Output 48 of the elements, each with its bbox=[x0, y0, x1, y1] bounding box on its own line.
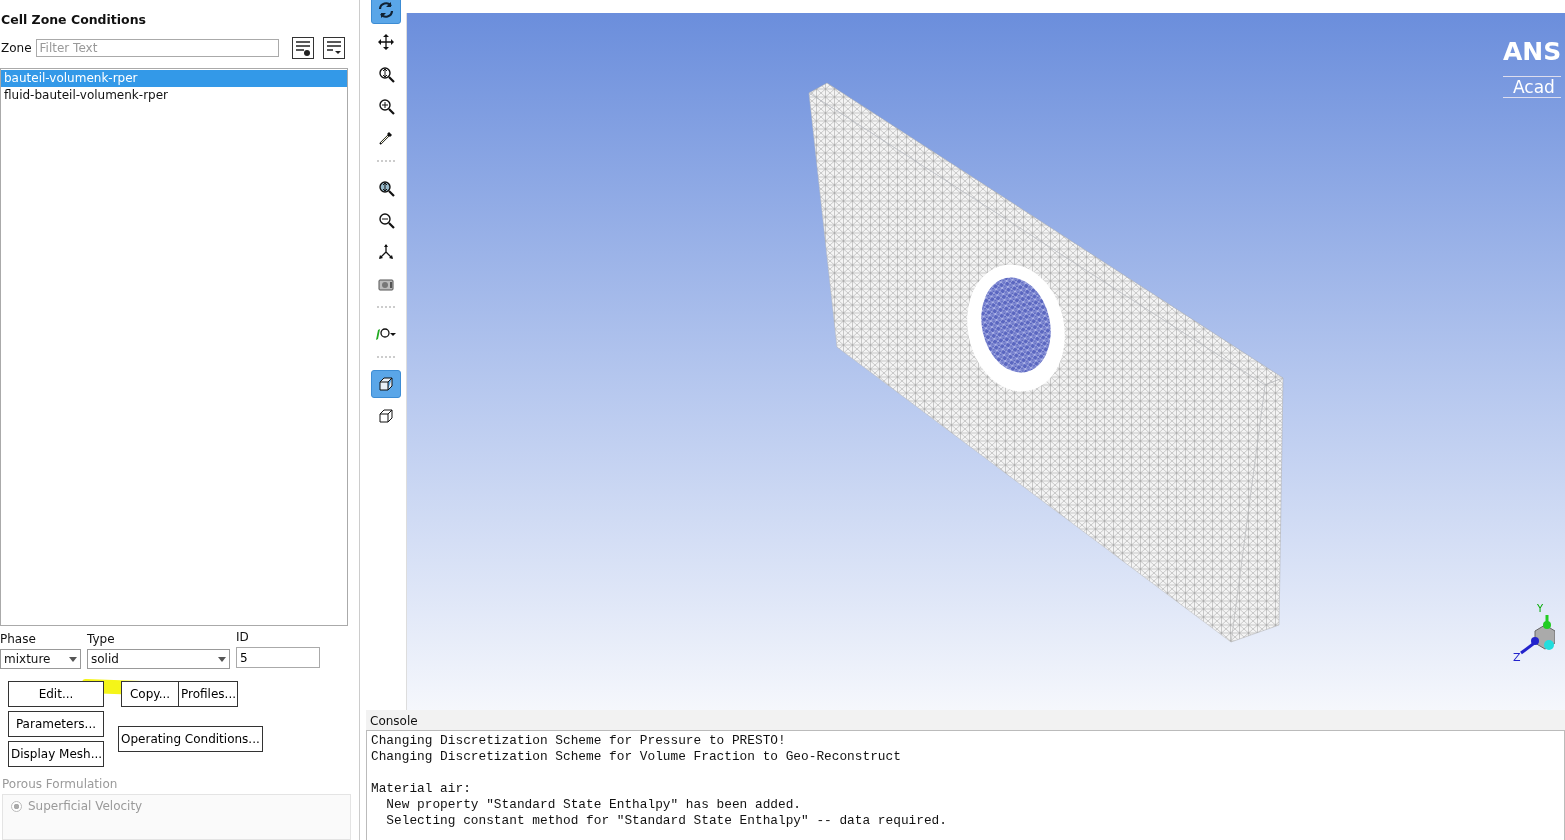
toolbar-button[interactable] bbox=[371, 0, 401, 24]
console-line: Selecting constant method for "Standard State Enthalpy" -- data required. bbox=[385, 813, 948, 829]
axes-icon bbox=[378, 244, 394, 260]
toolbar-separator bbox=[377, 356, 395, 358]
axis-triad-drawing: Y Z bbox=[1513, 603, 1555, 663]
magnifier-icon bbox=[377, 179, 395, 197]
porous-formulation-label: Porous Formulation bbox=[1, 777, 118, 791]
console-line: Changing Discretization Scheme for Volume Fraction to Geo-Reconstruct bbox=[371, 749, 902, 765]
type-label: Type bbox=[87, 632, 116, 646]
zone-list-item[interactable]: fluid-bauteil-volumenk-rper bbox=[1, 87, 347, 105]
magnifier-icon bbox=[377, 65, 395, 83]
toolbar-button[interactable] bbox=[371, 370, 401, 398]
cube-icon bbox=[379, 377, 393, 391]
dialog-button[interactable]: Edit... bbox=[8, 681, 104, 707]
panel-title: Cell Zone Conditions bbox=[0, 11, 148, 29]
rotate-icon bbox=[377, 1, 395, 19]
id-label: ID bbox=[236, 630, 250, 644]
dialog-button[interactable]: Parameters... bbox=[8, 711, 104, 737]
zoom-in-icon bbox=[377, 97, 395, 115]
caret-icon bbox=[69, 656, 77, 662]
filter-options-icon[interactable] bbox=[291, 37, 314, 60]
dialog-button[interactable]: Profiles... bbox=[178, 681, 238, 707]
filter-menu-icon[interactable] bbox=[322, 37, 345, 60]
zone-label: Zone bbox=[1, 41, 32, 56]
cube-icon bbox=[379, 409, 393, 423]
toolbar-separator bbox=[377, 306, 395, 308]
move-icon bbox=[378, 34, 394, 50]
filter-field[interactable]: Filter Text bbox=[35, 39, 279, 58]
dialog-button[interactable]: Copy... bbox=[121, 681, 179, 707]
caret-icon bbox=[218, 656, 226, 662]
logo-text: ANS bbox=[1503, 37, 1562, 66]
view-icon bbox=[375, 327, 397, 341]
dialog-button[interactable]: Operating Conditions... bbox=[118, 726, 263, 752]
radio-label: Superficial Velocity bbox=[28, 799, 143, 813]
console-title: Console bbox=[366, 710, 1565, 730]
type-dropdown[interactable]: solid bbox=[87, 649, 230, 669]
id-field[interactable]: 5 bbox=[236, 647, 320, 668]
console-line: New property "Standard State Enthalpy" has been added. bbox=[385, 797, 803, 813]
eyedropper-icon bbox=[378, 130, 394, 146]
phase-dropdown[interactable]: mixture bbox=[0, 649, 81, 669]
toolbar-separator bbox=[377, 160, 395, 162]
camera-icon bbox=[378, 277, 394, 291]
zoom-out-icon bbox=[377, 211, 395, 229]
console-line: Changing Discretization Scheme for Pressure to PRESTO! bbox=[371, 733, 787, 749]
phase-label: Phase bbox=[0, 632, 37, 646]
dialog-button[interactable]: Display Mesh... bbox=[8, 741, 104, 767]
console-line: Material air: bbox=[371, 781, 472, 797]
logo-subtitle: Acad bbox=[1503, 76, 1562, 98]
